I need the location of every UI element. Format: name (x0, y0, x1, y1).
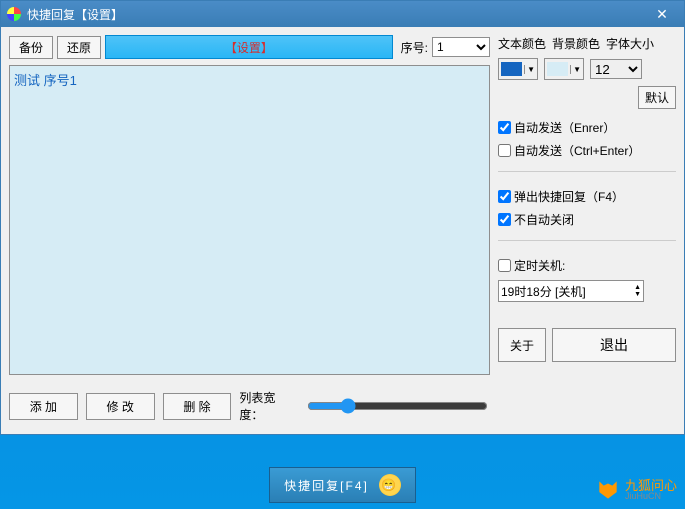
bottom-actions: 添 加 修 改 删 除 列表宽度： (9, 389, 490, 423)
list-width-label: 列表宽度： (239, 389, 296, 423)
top-toolbar: 备份 还原 【设置】 序号: 1 (9, 35, 490, 59)
about-button[interactable]: 关于 (498, 328, 546, 362)
right-panel: 文本颜色 背景颜色 字体大小 12 默认 自动发送（Enrer） 自动发送（Ct… (498, 35, 676, 423)
close-icon[interactable]: ✕ (646, 4, 678, 24)
bg-color-swatch (547, 62, 568, 76)
sequence-select[interactable]: 1 (432, 37, 490, 57)
auto-send-enter-checkbox[interactable]: 自动发送（Enrer） (498, 119, 676, 136)
window-title: 快捷回复【设置】 (27, 6, 646, 23)
backup-button[interactable]: 备份 (9, 36, 53, 59)
sequence-label: 序号: (401, 39, 428, 56)
default-button[interactable]: 默认 (638, 86, 676, 109)
style-pickers: 12 (498, 58, 676, 80)
auto-send-ctrl-checkbox[interactable]: 自动发送（Ctrl+Enter） (498, 142, 676, 159)
smiley-icon: 😁 (379, 474, 401, 496)
checkbox-group-2: 弹出快捷回复（F4） 不自动关闭 (498, 188, 676, 228)
edit-button[interactable]: 修 改 (86, 393, 155, 420)
style-labels: 文本颜色 背景颜色 字体大小 (498, 35, 676, 52)
restore-button[interactable]: 还原 (57, 36, 101, 59)
checkbox-group-1: 自动发送（Enrer） 自动发送（Ctrl+Enter） (498, 119, 676, 159)
text-color-label: 文本颜色 (498, 35, 546, 52)
delete-button[interactable]: 删 除 (163, 393, 232, 420)
exit-button[interactable]: 退出 (552, 328, 676, 362)
text-color-picker[interactable] (498, 58, 538, 80)
settings-button[interactable]: 【设置】 (105, 35, 393, 59)
timed-shutdown-checkbox[interactable]: 定时关机: (498, 257, 676, 274)
shutdown-time-field[interactable]: 19时18分 [关机] ▲▼ (498, 280, 644, 302)
left-panel: 备份 还原 【设置】 序号: 1 测试 序号1 添 加 修 改 删 除 列表宽度… (9, 35, 490, 423)
separator (498, 171, 676, 172)
brand-sub: JiuHuCN (625, 492, 677, 501)
spin-down-icon: ▼ (634, 291, 641, 298)
popup-f4-checkbox[interactable]: 弹出快捷回复（F4） (498, 188, 676, 205)
no-auto-close-checkbox[interactable]: 不自动关闭 (498, 211, 676, 228)
list-width-slider[interactable] (307, 398, 488, 414)
dialog-window: 快捷回复【设置】 ✕ 备份 还原 【设置】 序号: 1 测试 序号1 添 加 修… (0, 0, 685, 435)
font-size-select[interactable]: 12 (590, 59, 642, 79)
editor-textarea[interactable]: 测试 序号1 (9, 65, 490, 375)
bg-color-label: 背景颜色 (552, 35, 600, 52)
exit-row: 关于 退出 (498, 328, 676, 362)
taskbar-button[interactable]: 快捷回复[F4] 😁 (269, 467, 416, 503)
fox-icon (595, 477, 621, 503)
brand-logo: 九狐问心 JiuHuCN (595, 477, 677, 503)
app-icon (7, 7, 21, 21)
titlebar: 快捷回复【设置】 ✕ (1, 1, 684, 27)
checkbox-group-3: 定时关机: 19时18分 [关机] ▲▼ (498, 257, 676, 302)
time-spinner[interactable]: ▲▼ (634, 284, 641, 298)
spin-up-icon: ▲ (634, 284, 641, 291)
taskbar: 快捷回复[F4] 😁 (0, 461, 685, 509)
separator (498, 240, 676, 241)
dialog-body: 备份 还原 【设置】 序号: 1 测试 序号1 添 加 修 改 删 除 列表宽度… (1, 27, 684, 431)
text-color-swatch (501, 62, 522, 76)
font-size-label: 字体大小 (606, 35, 654, 52)
bg-color-picker[interactable] (544, 58, 584, 80)
add-button[interactable]: 添 加 (9, 393, 78, 420)
